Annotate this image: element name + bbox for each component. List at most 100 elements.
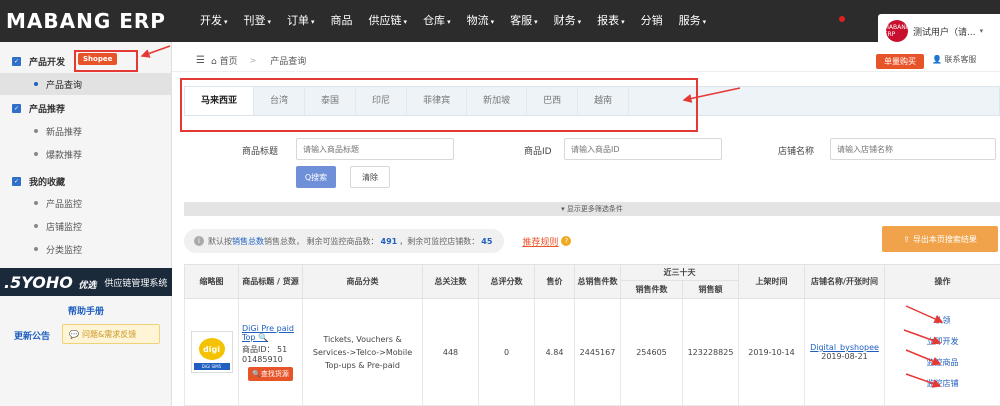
- nav-item[interactable]: 仓库 ▾: [415, 0, 459, 42]
- menu-icon[interactable]: ☰: [196, 55, 205, 66]
- search-icon: 🔍: [258, 332, 269, 342]
- mabang-logo[interactable]: MABANG ERP: [6, 9, 166, 33]
- reset-button[interactable]: 清除: [350, 166, 390, 188]
- sidebar-item-product-query[interactable]: 产品查询: [0, 73, 172, 95]
- shop-date: 2019-08-21: [821, 352, 868, 361]
- nav-item[interactable]: 刊登 ▾: [236, 0, 280, 42]
- nav-item[interactable]: 供应链 ▾: [361, 0, 416, 42]
- info-icon: i: [194, 236, 204, 246]
- chevron-down-icon: ▾: [403, 18, 408, 26]
- filter-form: 商品标题 商品ID 店铺名称 Q搜索 清除: [184, 132, 1000, 202]
- help-manual-link[interactable]: 帮助手册: [0, 304, 172, 317]
- nav-item[interactable]: 订单 ▾: [279, 0, 323, 42]
- nav-item[interactable]: 报表 ▾: [589, 0, 633, 42]
- nav-item[interactable]: 财务 ▾: [546, 0, 590, 42]
- home-icon: ⌂: [210, 57, 217, 67]
- recent-qty-cell: 254605: [620, 298, 683, 406]
- quota-info: i 默认按 销售总数 销售总数， 剩余可监控商品数： 491 ，剩余可监控店铺数…: [184, 229, 505, 253]
- monitor-shop-link[interactable]: 监控店铺: [888, 373, 997, 394]
- id-input[interactable]: [564, 138, 722, 160]
- find-source-button[interactable]: 🔍查找货源: [248, 366, 293, 381]
- title-input[interactable]: [296, 138, 454, 160]
- sidebar-group-favorites[interactable]: ✓ 我的收藏: [0, 171, 172, 191]
- shop-cell: Digital_byshopee 2019-08-21: [804, 298, 885, 406]
- search-button[interactable]: Q搜索: [296, 166, 336, 188]
- bullet-icon: [34, 224, 38, 228]
- question-icon[interactable]: ?: [561, 236, 572, 246]
- bullet-icon: [34, 82, 38, 86]
- annotation-box-country-tabs: [180, 78, 698, 132]
- sort-link[interactable]: 销售总数: [232, 236, 264, 247]
- bullet-icon: [34, 152, 38, 156]
- chevron-down-icon: ▾: [577, 18, 582, 26]
- chevron-down-icon: ▾: [979, 27, 984, 35]
- sidebar-item-shop-monitor[interactable]: 店铺监控: [0, 215, 172, 237]
- develop-now-link[interactable]: 立即开发: [888, 331, 997, 352]
- feedback-button[interactable]: 💬 问题&需求反馈: [62, 324, 160, 344]
- contact-service-button[interactable]: 👤 联系客服: [932, 54, 977, 65]
- ops-cell: 认领 立即开发 监控商品 监控店铺: [884, 298, 1000, 406]
- col-listed[interactable]: 上架时间: [738, 264, 805, 299]
- product-thumbnail[interactable]: digi DiGi SIM5: [190, 331, 233, 373]
- update-announcement-link[interactable]: 更新公告: [14, 329, 50, 342]
- thumb-cell: digi DiGi SIM5: [184, 298, 239, 406]
- show-more-filters-toggle[interactable]: ▾ 显示更多筛选条件: [184, 202, 1000, 216]
- top-navbar: MABANG ERP 开发 ▾ 刊登 ▾ 订单 ▾ 商品 供应链 ▾ 仓库 ▾ 物流 ▾ 客服 ▾ 财务 ▾ 报表…: [0, 0, 1000, 42]
- shop-input[interactable]: [830, 138, 996, 160]
- product-id: 商品ID： 51 01485910: [242, 344, 288, 364]
- claim-link[interactable]: 认领: [888, 310, 997, 331]
- shops-left: 45: [481, 236, 493, 246]
- sidebar-item-new-recommend[interactable]: 新品推荐: [0, 120, 172, 142]
- col-total-sales[interactable]: 总销售件数: [574, 264, 621, 299]
- yoho-banner[interactable]: .5YOHO 优选 供应链管理系统: [0, 268, 172, 296]
- chat-icon: 💬: [69, 329, 79, 339]
- bulk-buy-button[interactable]: 单量购买: [876, 54, 924, 69]
- id-label: 商品ID: [524, 147, 552, 157]
- nav-item[interactable]: 分销: [633, 0, 671, 42]
- nav-item[interactable]: 商品: [323, 0, 361, 42]
- notification-dot: [839, 16, 845, 22]
- col-shop: 店铺名称/开张时间: [804, 264, 885, 299]
- sidebar-item-hot-recommend[interactable]: 爆款推荐: [0, 143, 172, 165]
- shop-link[interactable]: Digital_byshopee: [810, 343, 879, 352]
- nav-item[interactable]: 客服 ▾: [502, 0, 546, 42]
- chevron-down-icon: ▾: [311, 18, 315, 26]
- breadcrumb-home[interactable]: ⌂ 首页: [211, 54, 238, 67]
- bullet-icon: [34, 201, 38, 205]
- export-button[interactable]: ⇪ 导出本页搜索结果: [882, 226, 998, 252]
- breadcrumb-current: 产品查询: [270, 57, 307, 67]
- chevron-down-icon: ▾: [224, 18, 228, 26]
- bullet-icon: [34, 129, 38, 133]
- listed-cell: 2019-10-14: [738, 298, 805, 406]
- info-bar: i 默认按 销售总数 销售总数， 剩余可监控商品数： 491 ，剩余可监控店铺数…: [184, 228, 1000, 254]
- col-price[interactable]: 售价: [534, 264, 575, 299]
- recent-amt-cell: 123228825: [682, 298, 739, 406]
- price-cell: 4.84: [534, 298, 575, 406]
- user-menu[interactable]: MABANG ERP 测试用户（请... ▾: [878, 14, 1000, 48]
- col-recent-qty[interactable]: 销售件数: [620, 280, 683, 299]
- chevron-down-icon: ▾: [447, 18, 451, 26]
- breadcrumb-separator: >: [249, 56, 257, 65]
- total-sales-cell: 2445167: [574, 298, 621, 406]
- bullet-icon: [34, 247, 38, 251]
- sidebar-group-recommend[interactable]: ✓ 产品推荐: [0, 98, 172, 118]
- monitor-product-link[interactable]: 监控商品: [888, 352, 997, 373]
- col-rating[interactable]: 总评分数: [478, 264, 535, 299]
- chevron-down-icon: ▾: [490, 18, 495, 26]
- sidebar-item-product-monitor[interactable]: 产品监控: [0, 192, 172, 214]
- export-icon: ⇪: [903, 234, 910, 244]
- nav-item[interactable]: 开发 ▾: [192, 0, 236, 42]
- digi-logo: digi: [198, 338, 225, 360]
- col-recent-amt[interactable]: 销售额: [682, 280, 739, 299]
- sidebar-item-category-monitor[interactable]: 分类监控: [0, 238, 172, 260]
- checkbox-icon: ✓: [12, 176, 21, 186]
- nav-item[interactable]: 服务 ▾: [671, 0, 715, 42]
- chevron-down-icon: ▾: [702, 18, 707, 26]
- col-watch[interactable]: 总关注数: [422, 264, 479, 299]
- chevron-down-icon: ▾: [267, 18, 272, 26]
- recommend-rules-link[interactable]: 推荐规则: [522, 235, 558, 248]
- title-cell: DiGi Pre paid Top 🔍 商品ID： 51 01485910 🔍查…: [238, 298, 303, 406]
- rating-cell: 0: [478, 298, 535, 406]
- nav-item[interactable]: 物流 ▾: [459, 0, 503, 42]
- product-title-link[interactable]: DiGi Pre paid Top 🔍: [242, 324, 299, 342]
